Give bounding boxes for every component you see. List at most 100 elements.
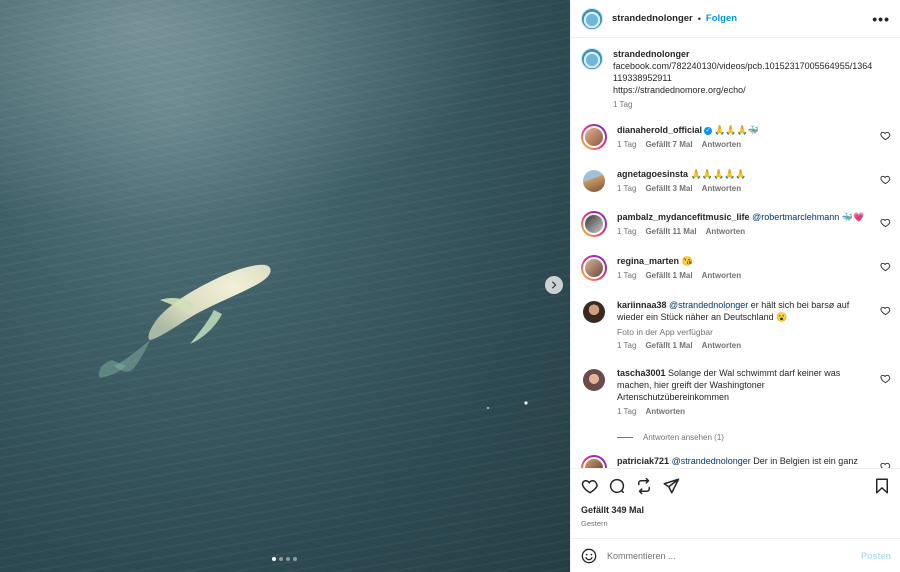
- author-username[interactable]: strandednolonger: [612, 13, 693, 24]
- reply-button[interactable]: Antworten: [702, 341, 742, 350]
- timestamp: 1 Tag: [617, 407, 637, 416]
- avatar[interactable]: [581, 211, 607, 237]
- comment-text: 😘: [681, 256, 693, 266]
- comment-likes[interactable]: Gefällt 11 Mal: [645, 227, 696, 236]
- comment-text: Der in Belgien ist ein ganz: [750, 456, 858, 466]
- comment-likes[interactable]: Gefällt 7 Mal: [645, 140, 692, 149]
- comment-text: 🙏🙏🙏🐳: [714, 125, 759, 135]
- post-sidebar: strandednolonger • Folgen ••• strandedno…: [570, 0, 900, 572]
- comment-item: tascha3001 Solange der Wal schwimmt darf…: [581, 367, 893, 416]
- post-date: Gestern: [581, 519, 608, 528]
- chevron-right-icon: [551, 281, 557, 289]
- mention-link[interactable]: @robertmarclehmann: [752, 212, 839, 222]
- emoji-icon[interactable]: [581, 548, 597, 564]
- comments-list[interactable]: strandednolonger facebook.com/782240130/…: [571, 38, 900, 468]
- comment-username[interactable]: regina_marten: [617, 256, 679, 266]
- caption-text-line: 119338952911: [613, 73, 672, 83]
- comment-text: wieder ein Stück näher an Deutschland 😮: [617, 312, 788, 322]
- post-dialog: strandednolonger • Folgen ••• strandedno…: [0, 0, 900, 572]
- timestamp: 1 Tag: [613, 100, 633, 109]
- timestamp: 1 Tag: [617, 341, 637, 350]
- timestamp: 1 Tag: [617, 271, 637, 280]
- post-button[interactable]: Posten: [861, 551, 891, 561]
- comment-text: 🙏🙏🙏🙏🙏: [690, 169, 747, 179]
- avatar[interactable]: [581, 48, 603, 70]
- heart-icon[interactable]: [880, 461, 891, 468]
- avatar[interactable]: [583, 170, 605, 192]
- mention-link[interactable]: @strandednolonger: [669, 300, 748, 310]
- comment-likes[interactable]: Gefällt 1 Mal: [645, 341, 692, 350]
- comment-item: pambalz_mydancefitmusic_life @robertmarc…: [581, 211, 893, 237]
- comment-item: kariinnaa38 @strandednolonger er hält si…: [581, 299, 893, 350]
- comment-username[interactable]: dianaherold_official: [617, 125, 702, 135]
- photo-note: Foto in der App verfügbar: [617, 327, 713, 337]
- comment-likes[interactable]: Gefällt 3 Mal: [645, 184, 692, 193]
- comment-username[interactable]: patriciak721: [617, 456, 669, 466]
- comment-text: machen, hier greift der Washingtoner: [617, 380, 765, 390]
- comment-username[interactable]: tascha3001: [617, 368, 666, 378]
- heart-icon[interactable]: [880, 305, 891, 316]
- caption-text-line: facebook.com/782240130/videos/pcb.101523…: [613, 61, 873, 71]
- comment-username[interactable]: pambalz_mydancefitmusic_life: [617, 212, 750, 222]
- heart-icon[interactable]: [880, 130, 891, 141]
- comment-icon[interactable]: [608, 477, 626, 495]
- reply-button[interactable]: Antworten: [702, 271, 742, 280]
- avatar[interactable]: [583, 301, 605, 323]
- slide-dot: [293, 557, 297, 561]
- mention-link[interactable]: @strandednolonger: [672, 456, 751, 466]
- comment-input[interactable]: [607, 550, 861, 561]
- reply-button[interactable]: Antworten: [645, 407, 685, 416]
- avatar[interactable]: [583, 369, 605, 391]
- next-slide-button[interactable]: [545, 276, 563, 294]
- comment-text: 🐳💗: [841, 212, 865, 222]
- view-replies-button[interactable]: Antworten ansehen (1): [617, 433, 724, 442]
- share-icon[interactable]: [662, 477, 680, 495]
- repost-icon[interactable]: [635, 477, 653, 495]
- avatar[interactable]: [581, 7, 603, 30]
- heart-icon[interactable]: [880, 261, 891, 272]
- reply-button[interactable]: Antworten: [706, 227, 746, 236]
- divider: [617, 437, 633, 438]
- reply-button[interactable]: Antworten: [702, 140, 742, 149]
- post-header: strandednolonger • Folgen •••: [571, 0, 900, 38]
- comment-item: regina_marten 😘 1 Tag Gefällt 1 Mal Antw…: [581, 255, 893, 281]
- slide-dot: [279, 557, 283, 561]
- comment-likes[interactable]: Gefällt 1 Mal: [645, 271, 692, 280]
- view-replies-label: Antworten ansehen (1): [643, 433, 724, 442]
- verified-badge-icon: ✓: [704, 126, 713, 135]
- timestamp: 1 Tag: [617, 227, 637, 236]
- whale-image: [98, 264, 528, 410]
- caption: strandednolonger facebook.com/782240130/…: [581, 48, 893, 109]
- comment-text: er hält sich bei barsø auf: [748, 300, 850, 310]
- timestamp: 1 Tag: [617, 184, 637, 193]
- heart-icon[interactable]: [581, 477, 599, 495]
- comment-item: patriciak721 @strandednolonger Der in Be…: [581, 455, 893, 468]
- reply-button[interactable]: Antworten: [702, 184, 742, 193]
- avatar[interactable]: [581, 124, 607, 150]
- heart-icon[interactable]: [880, 373, 891, 384]
- ellipsis-icon[interactable]: •••: [872, 11, 890, 27]
- avatar[interactable]: [581, 455, 607, 468]
- comment-composer: Posten: [571, 538, 900, 572]
- caption-username[interactable]: strandednolonger: [613, 49, 690, 59]
- heart-icon[interactable]: [880, 174, 891, 185]
- comment-item: agnetagoesinsta 🙏🙏🙏🙏🙏 1 Tag Gefällt 3 Ma…: [581, 168, 893, 194]
- bookmark-icon[interactable]: [873, 477, 891, 495]
- post-media[interactable]: [0, 0, 570, 572]
- comment-text: Solange der Wal schwimmt darf keiner was: [665, 368, 841, 378]
- post-actions: Gefällt 349 Mal Gestern: [571, 468, 900, 538]
- comment-username[interactable]: agnetagoesinsta: [617, 169, 688, 179]
- comment-username[interactable]: kariinnaa38: [617, 300, 667, 310]
- follow-button[interactable]: Folgen: [706, 13, 737, 24]
- slide-dot: [272, 557, 276, 561]
- like-count[interactable]: Gefällt 349 Mal: [581, 505, 644, 515]
- timestamp: 1 Tag: [617, 140, 637, 149]
- comment-item: dianaherold_official ✓ 🙏🙏🙏🐳 1 Tag Gefällt …: [581, 124, 893, 150]
- heart-icon[interactable]: [880, 217, 891, 228]
- comment-text: Artenschutzübereinkommen: [617, 392, 730, 402]
- caption-link[interactable]: https://strandednomore.org/echo/: [613, 84, 893, 96]
- separator: •: [697, 13, 701, 24]
- avatar[interactable]: [581, 255, 607, 281]
- slide-indicator: [272, 557, 297, 561]
- slide-dot: [286, 557, 290, 561]
